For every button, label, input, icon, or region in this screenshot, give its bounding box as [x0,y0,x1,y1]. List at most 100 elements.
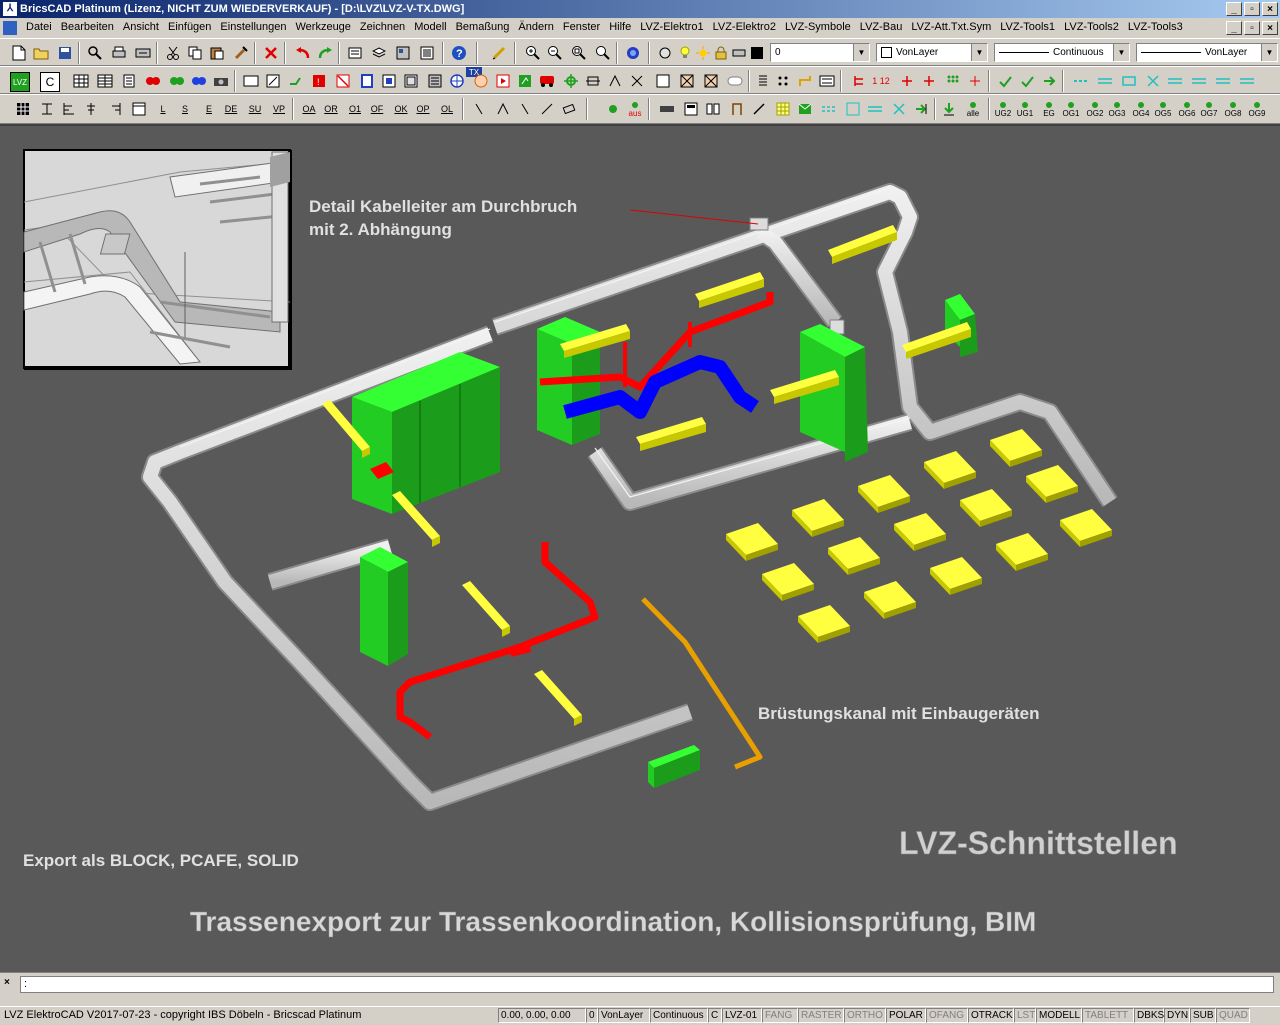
tray-icon[interactable] [1096,72,1114,90]
cyan-lines-2-icon[interactable] [866,100,884,118]
toggle-lst[interactable]: LST [1014,1008,1036,1023]
angle-icon[interactable] [494,100,512,118]
green-arrow-icon[interactable] [912,100,930,118]
rectangle-icon[interactable] [242,72,260,90]
menu-zeichnen[interactable]: Zeichnen [360,21,405,33]
table-text-icon[interactable] [130,100,148,118]
grid-dots-2-icon[interactable] [966,72,984,90]
text-s-button[interactable]: S [176,100,194,118]
floor-eg-button[interactable]: EG [1040,100,1058,118]
pen-icon[interactable] [490,44,508,62]
menu-werkzeuge[interactable]: Werkzeuge [295,21,350,33]
lvz-button[interactable]: LVZ [10,72,30,92]
chevron-down-icon[interactable]: ▼ [971,44,987,61]
toggle-tablett[interactable]: TABLETT [1082,1008,1134,1023]
align-center-icon[interactable] [82,100,100,118]
zoom-window-icon[interactable] [570,44,588,62]
paste-icon[interactable] [208,44,226,62]
design-center-icon[interactable] [394,44,412,62]
save-icon[interactable] [56,44,74,62]
alle-button[interactable]: alle [964,100,982,118]
junction-icon[interactable] [628,72,646,90]
toggle-ortho[interactable]: ORTHO [844,1008,886,1023]
floor-og1-button[interactable]: OG1 [1062,100,1080,118]
zoom-extents-icon[interactable] [594,44,612,62]
green-dot-icon[interactable] [604,100,622,118]
menu-datei[interactable]: Datei [26,21,52,33]
tray-4-icon[interactable] [1190,72,1208,90]
route-icon[interactable] [606,72,624,90]
green-socket-icon[interactable] [168,72,186,90]
exit-sign-icon[interactable] [516,72,534,90]
capsule-icon[interactable] [726,72,744,90]
cross-tray-icon[interactable] [1144,72,1162,90]
toggle-dyn[interactable]: DYN [1164,1008,1190,1023]
text-op-button[interactable]: OP [414,100,432,118]
floor-og2-button[interactable]: OG2 [1086,100,1104,118]
linetype-dropdown[interactable]: Continuous ▼ [994,43,1130,62]
menu-hilfe[interactable]: Hilfe [609,21,631,33]
menu-lvz-bau[interactable]: LVZ-Bau [860,21,903,33]
print-preview-icon[interactable] [86,44,104,62]
floor-og5-button[interactable]: OG5 [1154,100,1172,118]
redo-icon[interactable] [316,44,334,62]
distribute-icon[interactable] [898,72,916,90]
envelope-icon[interactable] [796,100,814,118]
grid-black-icon[interactable] [14,100,32,118]
floor-ug1-button[interactable]: UG1 [1016,100,1034,118]
toggle-ofang[interactable]: OFANG [926,1008,968,1023]
toggle-raster[interactable]: RASTER [798,1008,844,1023]
dashed-icon[interactable] [1072,72,1090,90]
drawing-canvas[interactable]: Detail Kabelleiter am Durchbruch mit 2. … [0,124,1280,972]
layer-icon[interactable] [370,44,388,62]
diagonal-icon[interactable] [538,100,556,118]
door-icon[interactable] [358,72,376,90]
document-list-icon[interactable] [120,72,138,90]
sun-icon[interactable] [694,44,712,62]
cross-box-2-icon[interactable] [702,72,720,90]
floor-og3-button[interactable]: OG3 [1108,100,1126,118]
undo-icon[interactable] [294,44,312,62]
download-icon[interactable] [940,100,958,118]
help-icon[interactable]: ? [450,44,468,62]
lightbulb-icon[interactable] [676,44,694,62]
chevron-down-icon[interactable]: ▼ [1113,44,1129,61]
frame-icon[interactable] [818,72,836,90]
menu-bemassung[interactable]: Bemaßung [456,21,510,33]
blue-socket-icon[interactable] [190,72,208,90]
properties-icon[interactable] [346,44,364,62]
table-icon[interactable] [72,72,90,90]
grid-yellow-icon[interactable] [774,100,792,118]
cross-box-icon[interactable] [678,72,696,90]
green-switch-icon[interactable] [286,72,304,90]
color-dropdown[interactable]: VonLayer ▼ [876,43,988,62]
knife-icon[interactable] [750,100,768,118]
text-su-button[interactable]: SU [246,100,264,118]
menu-ansicht[interactable]: Ansicht [123,21,159,33]
menu-lvz-elektro2[interactable]: LVZ-Elektro2 [713,21,776,33]
doc-restore-button[interactable]: ▫ [1244,21,1260,35]
floor-og7-button[interactable]: OG7 [1200,100,1218,118]
align-right-icon[interactable] [106,100,124,118]
chevron-down-icon[interactable]: ▼ [853,44,869,61]
copy-icon[interactable] [186,44,204,62]
close-button[interactable]: × [1262,2,1278,16]
panel-box-icon[interactable] [682,100,700,118]
chevron-down-icon[interactable]: ▼ [1261,44,1277,61]
match-properties-icon[interactable] [232,44,250,62]
toggle-otrack[interactable]: OTRACK [968,1008,1014,1023]
cut-icon[interactable] [164,44,182,62]
move-icon[interactable] [584,72,602,90]
color-swatch-icon[interactable] [748,44,766,62]
plotter-icon[interactable] [730,44,748,62]
text-vp-button[interactable]: VP [270,100,288,118]
switch-icon[interactable] [264,72,282,90]
numbering-icon[interactable]: 1 12 [872,72,890,90]
doc-close-button[interactable]: × [1262,21,1278,35]
floor-og8-button[interactable]: OG8 [1224,100,1242,118]
cyan-cross-icon[interactable] [890,100,908,118]
delete-icon[interactable] [262,44,280,62]
orbit-icon[interactable] [624,44,642,62]
toggle-quad[interactable]: QUAD [1216,1008,1250,1023]
play-icon[interactable] [494,72,512,90]
